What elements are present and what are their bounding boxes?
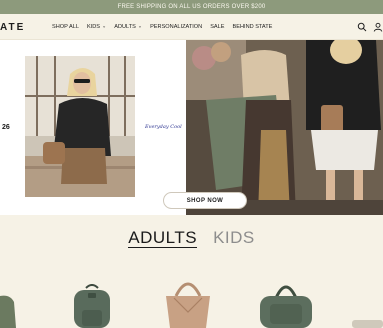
hero-script-text: Everyday Cool [145,124,182,130]
nav-label: KIDS [86,24,101,30]
nav-label: SALE [210,24,225,30]
shop-now-button[interactable]: SHOP NOW [163,192,247,209]
hero-banner[interactable]: 26 Everyday Cool [0,40,383,215]
header-icons [357,22,383,32]
tab-adults[interactable]: ADULTS [128,228,198,248]
nav-label: SHOP ALL [52,24,79,30]
product-backpack-green[interactable] [68,284,116,328]
hero-right-panel [186,40,383,215]
nav-shop-all[interactable]: SHOP ALL [52,24,79,30]
brand-logo[interactable]: ATE [0,22,25,33]
group-photo [186,40,383,215]
nav-label: BEHIND STATE [232,24,273,30]
nav-label: PERSONALIZATION [150,24,203,30]
promo-text: FREE SHIPPING ON ALL US ORDERS OVER $200 [117,4,266,10]
nav-behind-state[interactable]: BEHIND STATE [233,24,273,30]
collection-tabs: ADULTS KIDS [0,228,383,254]
nav-personalization[interactable]: PERSONALIZATION [150,24,202,30]
chevron-down-icon: ⌄ [137,23,143,30]
product-duffel-green[interactable] [256,280,316,328]
hero-left-panel: 26 Everyday Cool [0,40,186,215]
chevron-down-icon: ⌄ [102,23,107,30]
product-partial-right[interactable] [352,318,383,328]
site-header: ATE SHOP ALL KIDS ⌄ ADULTS ⌄ PERSONALIZATI… [0,14,383,40]
account-icon[interactable] [373,22,383,32]
product-row [0,270,383,328]
tab-kids[interactable]: KIDS [213,228,255,254]
nav-kids[interactable]: KIDS ⌄ [86,23,107,31]
hero-side-number: 26 [2,124,10,131]
search-icon[interactable] [357,22,367,32]
product-backpack-partial[interactable] [0,292,16,328]
hero-photo-card [25,56,135,197]
woman-photo [25,56,135,197]
promo-banner: FREE SHIPPING ON ALL US ORDERS OVER $200 [0,0,383,14]
product-tote-tan[interactable] [162,278,214,328]
nav-label: ADULTS [114,24,136,30]
nav-adults[interactable]: ADULTS ⌄ [114,23,143,31]
main-nav: SHOP ALL KIDS ⌄ ADULTS ⌄ PERSONALIZATION S… [52,23,280,31]
nav-sale[interactable]: SALE [210,24,224,30]
